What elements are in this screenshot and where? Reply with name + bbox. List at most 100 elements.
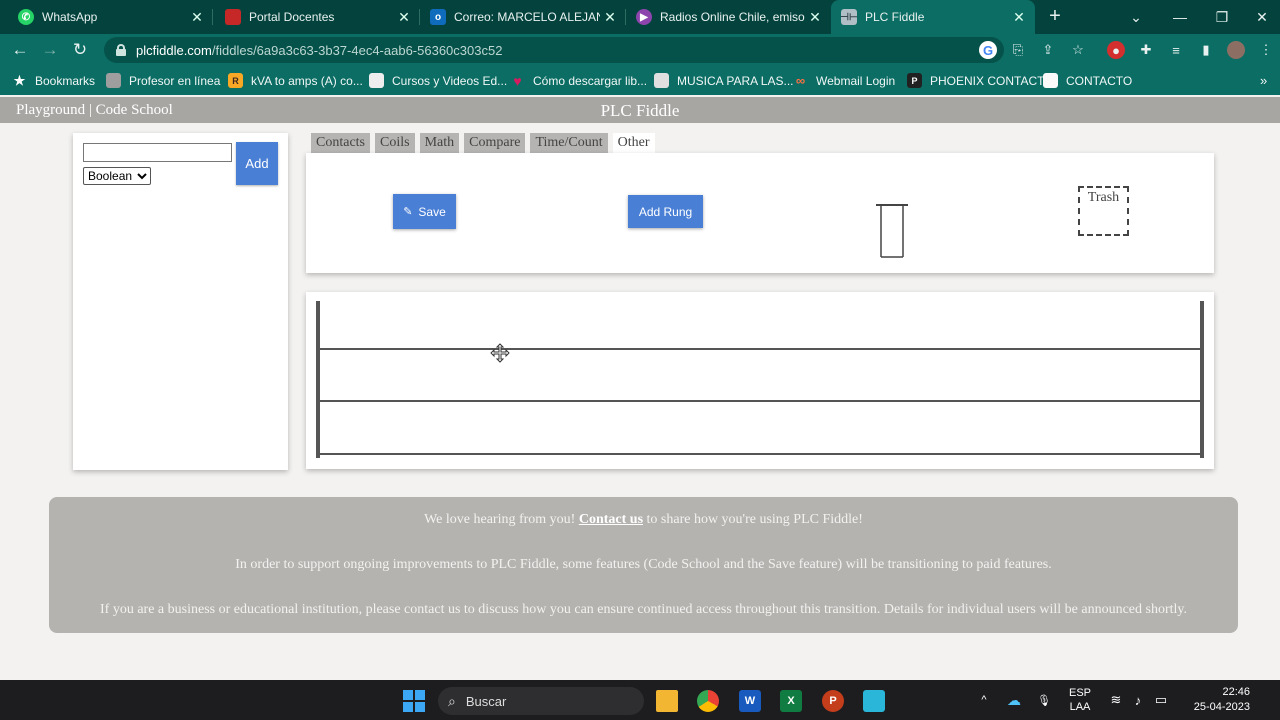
bookmark-item[interactable]: ∞ Webmail Login [793,71,895,90]
banner-line-3: If you are a business or educational ins… [100,602,1187,617]
taskbar-search[interactable]: ⌕ Buscar [438,687,644,715]
close-tab-icon[interactable]: ✕ [600,9,620,26]
battery-icon[interactable]: ▭ [1151,680,1171,720]
tab-plc-fiddle[interactable]: ⊣⊢ PLC Fiddle ✕ [831,0,1035,34]
close-tab-icon[interactable]: ✕ [1009,9,1029,26]
clock[interactable]: 22:46 25-04-2023 [1180,680,1250,720]
url-text: plcfiddle.com/fiddles/6a9a3c63-3b37-4ec4… [136,43,502,58]
bookmark-item[interactable]: MUSICA PARA LAS... [654,71,793,90]
whatsapp-icon: ✆ [18,9,34,25]
rung[interactable] [320,400,1201,402]
restore-icon[interactable]: ❐ [1200,0,1244,34]
browser-tab-strip: ✆ WhatsApp ✕ Portal Docentes ✕ o Correo:… [0,0,1280,34]
banner-text: to share how you're using PLC Fiddle! [646,512,863,527]
lock-icon [116,44,126,56]
bookmark-item[interactable]: Profesor en línea [106,71,220,90]
profesor-icon [106,73,121,88]
word-icon[interactable]: W [739,690,761,712]
save-button[interactable]: ✎ Save [393,194,456,229]
page-title: PLC Fiddle [600,101,680,120]
bookmark-label: Webmail Login [816,73,896,88]
url-path: /fiddles/6a9a3c63-3b37-4ec4-aab6-56360c3… [211,42,503,58]
menu-kebab-icon[interactable]: ⋮ [1257,41,1275,59]
excel-icon[interactable]: X [780,690,802,712]
side-panel-icon[interactable]: ▮ [1197,41,1215,59]
instruction-tabs: Contacts Coils Math Compare Time/Count O… [311,133,660,153]
tab-radios[interactable]: ▶ Radios Online Chile, emisoras ✕ [626,0,831,34]
close-tab-icon[interactable]: ✕ [187,9,207,26]
tab-time-count[interactable]: Time/Count [530,133,608,153]
close-window-icon[interactable]: ✕ [1240,0,1280,34]
tag-type-select[interactable]: Boolean [83,167,151,185]
rung[interactable] [320,348,1201,350]
reload-icon[interactable]: ↻ [68,38,92,62]
microphone-icon[interactable]: 🎙 [1035,680,1053,720]
tab-compare[interactable]: Compare [464,133,526,153]
bookmark-item[interactable]: Cursos y Videos Ed... [369,71,507,90]
bookmark-label: Profesor en línea [129,73,221,88]
tab-title: Portal Docentes [249,10,335,24]
pencil-icon: ✎ [403,206,413,218]
powerpoint-icon[interactable]: P [822,690,844,712]
tab-search-icon[interactable]: ⌄ [1114,0,1158,34]
bookmark-star-icon[interactable]: ☆ [1069,41,1087,59]
more-bookmarks-icon[interactable]: » [1260,71,1267,90]
browser-toolbar: ← → ↻ plcfiddle.com/fiddles/6a9a3c63-3b3… [0,34,1280,66]
ladder-diagram[interactable] [306,292,1214,469]
tab-other[interactable]: Other [612,133,655,153]
tag-name-input[interactable] [83,143,232,162]
save-label: Save [418,204,446,219]
bookmark-item[interactable]: RkVA to amps (A) co... [228,71,363,90]
rapidtables-icon: R [228,73,243,88]
chrome-icon[interactable] [697,690,719,712]
contact-us-link[interactable]: Contact us [579,512,643,527]
bookmark-label: PHOENIX CONTACT [930,73,1045,88]
add-rung-button[interactable]: Add Rung [628,195,703,228]
wifi-icon[interactable]: ≋ [1106,680,1126,720]
contacto-icon [1043,73,1058,88]
tray-overflow-icon[interactable]: ^ [975,680,993,720]
language-indicator[interactable]: ESP LAA [1063,680,1097,720]
close-tab-icon[interactable]: ✕ [805,9,825,26]
trash-dropzone[interactable]: Trash [1078,186,1129,236]
tab-title: PLC Fiddle [865,10,925,24]
tab-coils[interactable]: Coils [375,133,415,153]
bookmark-item[interactable]: ★ Bookmarks [12,71,95,90]
translate-icon[interactable]: ⎘ [1009,41,1027,59]
minimize-icon[interactable]: — [1158,0,1202,34]
move-cursor-icon [490,343,510,363]
bookmark-item[interactable]: CONTACTO [1043,71,1132,90]
bookmark-item[interactable]: ♥ Cómo descargar lib... [510,71,647,90]
branch-element[interactable] [876,203,908,259]
bookmark-item[interactable]: P PHOENIX CONTACT [907,71,1044,90]
media-icon[interactable]: ≡ [1167,41,1185,59]
google-icon[interactable]: G [979,41,997,59]
address-bar[interactable]: plcfiddle.com/fiddles/6a9a3c63-3b37-4ec4… [104,37,1004,63]
tab-contacts[interactable]: Contacts [311,133,370,153]
tab-whatsapp[interactable]: ✆ WhatsApp ✕ [0,0,213,34]
extension-red-icon[interactable]: ● [1107,41,1125,59]
tab-title: Correo: MARCELO ALEJANDR [454,10,600,24]
file-explorer-icon[interactable] [656,690,678,712]
banner-line-2: In order to support ongoing improvements… [235,557,1052,572]
bookmark-label: MUSICA PARA LAS... [677,73,794,88]
back-icon[interactable]: ← [8,38,32,62]
new-tab-icon[interactable]: + [1044,6,1066,28]
add-tag-button[interactable]: Add [236,142,278,185]
forward-icon[interactable]: → [38,38,62,62]
volume-icon[interactable]: ♪ [1128,680,1148,720]
tab-correo[interactable]: o Correo: MARCELO ALEJANDR ✕ [420,0,626,34]
tab-math[interactable]: Math [419,133,460,153]
rung[interactable] [320,453,1201,455]
notepad-icon[interactable] [863,690,885,712]
extensions-puzzle-icon[interactable]: ✚ [1137,41,1155,59]
profile-avatar[interactable] [1227,41,1245,59]
radio-icon: ▶ [636,9,652,25]
tab-portal-docentes[interactable]: Portal Docentes ✕ [213,0,420,34]
windows-start-icon[interactable] [403,690,425,712]
onedrive-icon[interactable]: ☁ [1003,680,1025,720]
musica-icon [654,73,669,88]
heart-icon: ♥ [513,72,522,89]
close-tab-icon[interactable]: ✕ [394,9,414,26]
share-icon[interactable]: ⇪ [1039,41,1057,59]
